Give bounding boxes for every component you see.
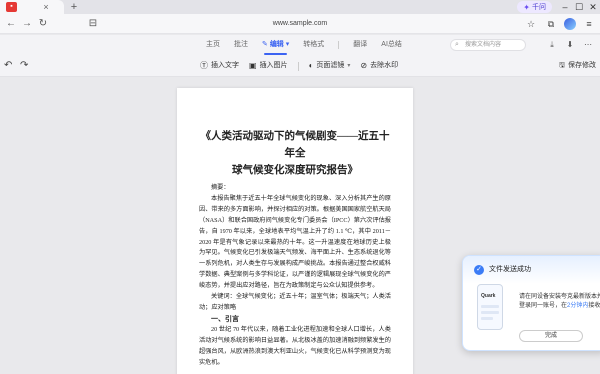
divider	[338, 41, 340, 49]
url-field[interactable]: www.sample.com	[0, 17, 600, 31]
tab-home[interactable]: 主页	[206, 39, 220, 51]
document-title-line1: 《人类活动驱动下的气候剧变——近五十年全	[200, 131, 390, 159]
minimize-icon[interactable]: –	[558, 0, 572, 14]
download-icon[interactable]: ⤓	[546, 39, 558, 51]
tab-edit-label: 编辑	[269, 41, 284, 48]
app-menu-row: 主页 批注 ✎ 编辑 ▾ 转格式 翻译 AI总结 ⌕ 搜索文档内容 ⤓ ⬇ ⋯	[0, 35, 600, 55]
remove-watermark-button[interactable]: ⊘ 去除水印	[360, 60, 398, 72]
pdf-favicon-icon: ▪	[6, 2, 17, 12]
abstract-text: 本报告聚焦于近五十年全球气候变化的现象、深入分析其产生的原因、带来的多方面影响，…	[199, 194, 391, 290]
tab-close-icon[interactable]: ×	[40, 1, 52, 13]
keywords-text: 关键词：全球气候变化；近五十年；温室气体；极端天气；人类活动；应对策略	[199, 293, 391, 311]
popup-description: 请在同设备安装夸克最新版本并登录同一账号，在2分钟内接收	[519, 293, 600, 311]
phone-illustration: Quark	[477, 284, 503, 330]
insert-image-label: 插入图片	[259, 62, 288, 69]
edit-tools: Ⓣ 插入文字 ▣ 插入图片 ◐ 页面滤镜 ▾ ⊘ 去除水印	[200, 60, 408, 72]
tab-edit[interactable]: ✎ 编辑 ▾	[262, 39, 290, 55]
send-success-popup: ✓ 文件发送成功 Quark 请在同设备安装夸克最新版本并登录同一账号，在2分钟…	[462, 255, 600, 351]
intro-text: 20 世纪 70 年代以来，随着工业化进程加速和全球人口增长，人类活动对气候系统…	[199, 325, 391, 366]
browser-tab-bar: ▪ × + ✦ 千问 – ☐ ✕	[0, 0, 600, 14]
document-title: 《人类活动驱动下的气候剧变——近五十年全 球气候变化深度研究报告》	[199, 128, 391, 179]
document-body: 摘要： 本报告聚焦于近五十年全球气候变化的现象、深入分析其产生的原因、带来的多方…	[199, 183, 391, 368]
chevron-down-icon: ▾	[347, 63, 351, 69]
save-icon: 🖫	[559, 62, 565, 69]
menu-tabs: 主页 批注 ✎ 编辑 ▾ 转格式 翻译 AI总结	[206, 39, 416, 55]
remove-watermark-label: 去除水印	[370, 62, 399, 69]
edit-toolbar: ↶ ↷ Ⓣ 插入文字 ▣ 插入图片 ◐ 页面滤镜 ▾ ⊘ 去除水印 🖫 保存修改	[0, 55, 600, 77]
search-icon: ⌕	[455, 41, 459, 48]
more-icon[interactable]: ⋯	[582, 39, 594, 51]
assistant-label: 千问	[532, 4, 546, 11]
assistant-button[interactable]: ✦ 千问	[517, 1, 552, 13]
popup-title: 文件发送成功	[489, 266, 531, 273]
redo-icon[interactable]: ↷	[20, 60, 28, 72]
text-icon: Ⓣ	[200, 61, 208, 70]
insert-text-label: 插入文字	[211, 62, 239, 69]
tab-translate[interactable]: 翻译	[353, 39, 367, 51]
undo-icon[interactable]: ↶	[4, 60, 12, 72]
extensions-icon[interactable]: ⧉	[544, 17, 558, 31]
sparkle-icon: ✦	[523, 2, 530, 12]
download-alt-icon[interactable]: ⬇	[564, 39, 576, 51]
maximize-icon[interactable]: ☐	[572, 0, 586, 14]
placeholder-bar	[481, 317, 493, 320]
section-heading: 一、引言	[211, 314, 239, 323]
menu-actions: ⤓ ⬇ ⋯	[546, 39, 594, 51]
document-page[interactable]: 《人类活动驱动下的气候剧变——近五十年全 球气候变化深度研究报告》 摘要： 本报…	[177, 88, 413, 374]
address-bar-actions: ☆ ⧉ ≡	[524, 17, 596, 31]
popup-desc-highlight: 2分钟内	[567, 303, 589, 309]
filter-icon: ◐	[308, 61, 314, 70]
done-button[interactable]: 完成	[519, 330, 583, 342]
tab-annotate[interactable]: 批注	[234, 39, 248, 51]
profile-avatar[interactable]	[564, 18, 576, 30]
divider	[297, 61, 299, 71]
chevron-down-icon: ▾	[285, 41, 290, 48]
new-tab-button[interactable]: +	[68, 0, 80, 14]
window-controls: ✦ 千问 – ☐ ✕	[517, 0, 600, 14]
edit-icon: ✎	[262, 41, 270, 48]
document-search-input[interactable]: ⌕ 搜索文档内容	[450, 39, 526, 51]
abstract-label: 摘要：	[211, 184, 230, 191]
popup-desc-end: 接收	[588, 303, 600, 309]
save-changes-button[interactable]: 🖫 保存修改	[559, 60, 596, 72]
quark-logo: Quark	[481, 293, 496, 299]
page-filter-button[interactable]: ◐ 页面滤镜 ▾	[309, 60, 351, 72]
document-title-line2: 球气候变化深度研究报告》	[232, 165, 358, 176]
save-changes-label: 保存修改	[568, 62, 596, 69]
tab-convert[interactable]: 转格式	[303, 39, 324, 51]
tab-ai-summary[interactable]: AI总结	[381, 39, 402, 51]
image-icon: ▣	[249, 61, 257, 70]
insert-text-button[interactable]: Ⓣ 插入文字	[200, 60, 239, 72]
browser-menu-icon[interactable]: ≡	[582, 17, 596, 31]
placeholder-bar	[481, 311, 499, 314]
insert-image-button[interactable]: ▣ 插入图片	[249, 60, 288, 72]
placeholder-bar	[481, 305, 499, 308]
search-placeholder: 搜索文档内容	[465, 42, 502, 48]
close-window-icon[interactable]: ✕	[586, 0, 600, 14]
page-filter-label: 页面滤镜	[316, 62, 345, 69]
check-icon: ✓	[474, 265, 484, 275]
eraser-icon: ⊘	[360, 61, 368, 70]
browser-tab[interactable]: ▪ ×	[0, 0, 64, 14]
bookmark-star-icon[interactable]: ☆	[524, 17, 538, 31]
address-bar: ← → ↻ ⊟ www.sample.com ☆ ⧉ ≡	[0, 14, 600, 34]
